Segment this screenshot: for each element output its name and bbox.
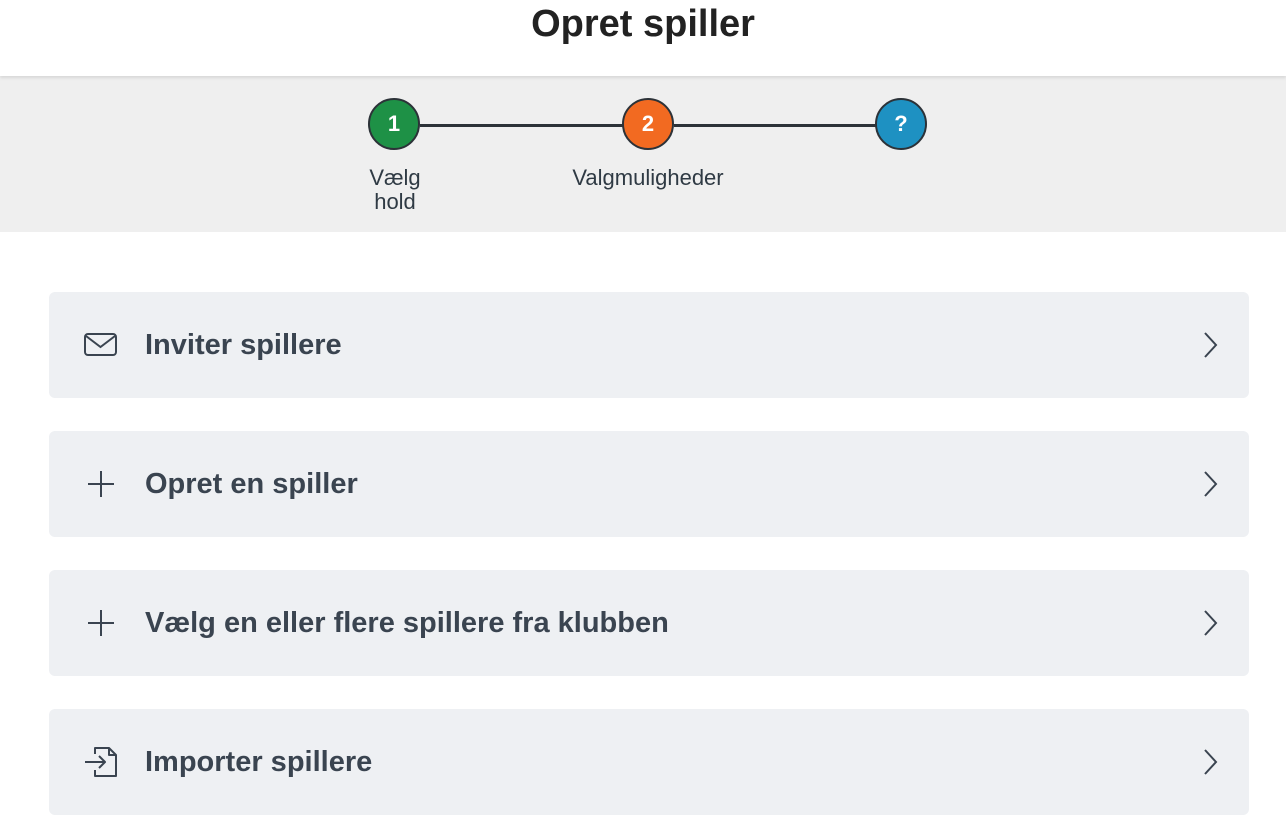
step-1-circle[interactable]: 1 bbox=[368, 98, 420, 150]
import-players-option[interactable]: Importer spillere bbox=[49, 709, 1249, 815]
step-connector bbox=[674, 124, 880, 127]
option-label: Importer spillere bbox=[145, 746, 373, 778]
create-player-option[interactable]: Opret en spiller bbox=[49, 431, 1249, 537]
step-1-label: Vælg hold bbox=[369, 165, 421, 214]
step-connector bbox=[420, 124, 626, 127]
page-title: Opret spiller bbox=[531, 3, 755, 45]
envelope-icon bbox=[84, 333, 117, 356]
step-2-number: 2 bbox=[641, 111, 655, 136]
file-import-icon bbox=[85, 747, 117, 777]
step-3-number: ? bbox=[894, 111, 908, 136]
plus-icon bbox=[88, 610, 114, 636]
page-header: Opret spiller bbox=[0, 0, 1286, 76]
step-2-circle[interactable]: 2 bbox=[622, 98, 674, 150]
chevron-right-icon bbox=[1204, 610, 1218, 636]
stepper: 1 2 ? Vælg hold Valgmuligheder bbox=[0, 76, 1286, 232]
plus-icon bbox=[88, 471, 114, 497]
chevron-right-icon bbox=[1204, 332, 1218, 358]
invite-players-option[interactable]: Inviter spillere bbox=[49, 292, 1249, 398]
chevron-right-icon bbox=[1204, 471, 1218, 497]
option-label: Inviter spillere bbox=[145, 329, 342, 361]
option-label: Vælg en eller flere spillere fra klubben bbox=[145, 607, 669, 639]
select-club-players-option[interactable]: Vælg en eller flere spillere fra klubben bbox=[49, 570, 1249, 676]
chevron-right-icon bbox=[1204, 749, 1218, 775]
step-2-label: Valgmuligheder bbox=[572, 165, 724, 190]
step-1-number: 1 bbox=[387, 111, 401, 136]
step-3-circle[interactable]: ? bbox=[875, 98, 927, 150]
option-label: Opret en spiller bbox=[145, 468, 358, 500]
